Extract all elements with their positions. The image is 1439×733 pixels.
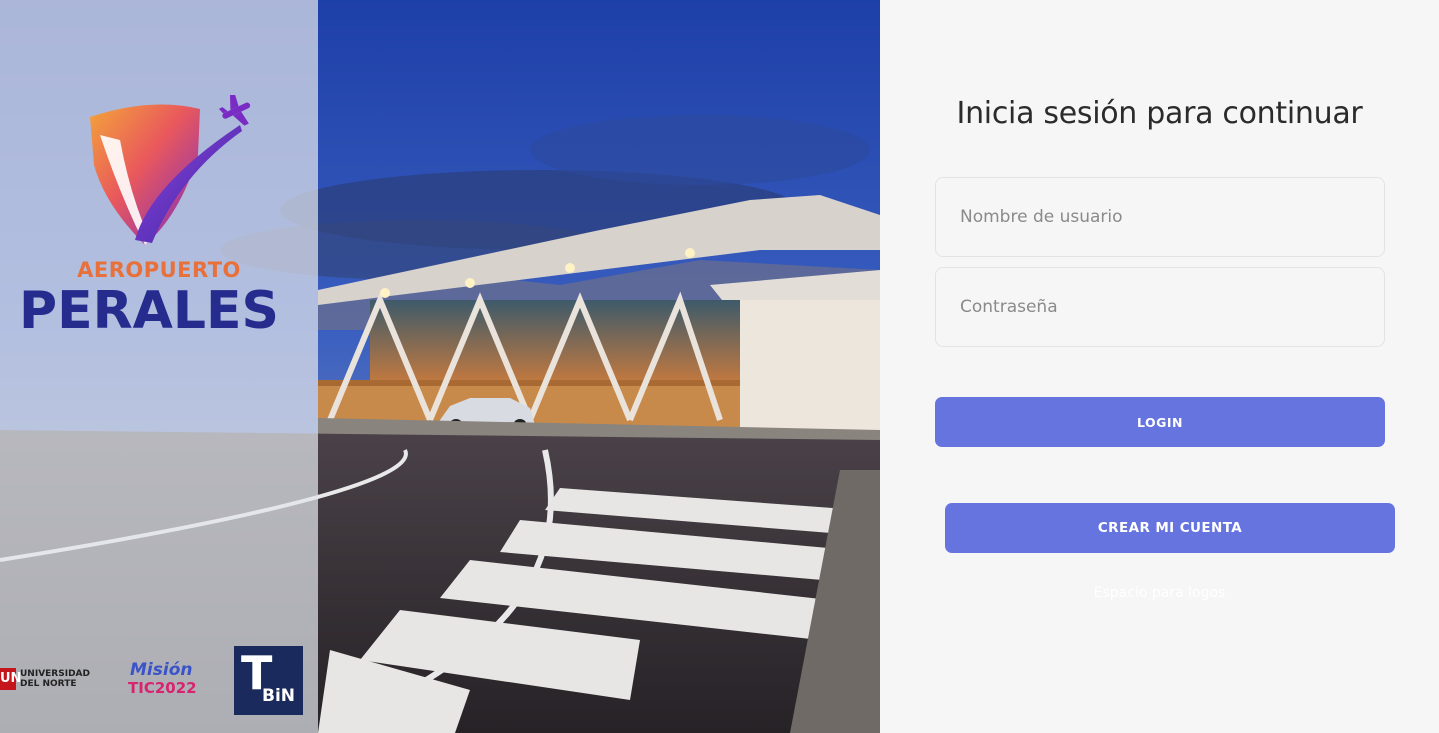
login-panel: Inicia sesión para continuar LOGIN CREAR… xyxy=(880,0,1439,733)
un-line1: UNIVERSIDAD xyxy=(20,669,90,679)
login-button[interactable]: LOGIN xyxy=(935,397,1385,447)
login-title: Inicia sesión para continuar xyxy=(956,96,1363,131)
hero-panel: AEROPUERTO PERALES UN UNIVERSIDAD DEL NO… xyxy=(0,0,880,733)
logos-space-text: Espacio para logos xyxy=(1093,585,1226,601)
plane-shield-icon xyxy=(90,95,251,245)
un-mark: UN xyxy=(0,668,21,690)
create-account-button[interactable]: CREAR MI CUENTA xyxy=(945,503,1395,553)
tbin-logo: T BiN xyxy=(234,646,303,715)
password-input[interactable] xyxy=(935,267,1385,347)
tbin-sub: BiN xyxy=(262,686,296,706)
mision-line1: Misión xyxy=(130,660,193,680)
mision-line2: TIC2022 xyxy=(128,679,197,697)
un-line2: DEL NORTE xyxy=(20,679,77,689)
brand-main-word: PERALES xyxy=(18,281,280,341)
brand-logo: AEROPUERTO PERALES xyxy=(0,95,318,355)
universidad-del-norte-logo: UN UNIVERSIDAD DEL NORTE xyxy=(0,668,90,690)
username-input[interactable] xyxy=(935,177,1385,257)
brand-top-word: AEROPUERTO xyxy=(77,258,241,282)
mision-tic-logo: Misión TIC2022 xyxy=(126,660,200,700)
partner-logos: UN UNIVERSIDAD DEL NORTE Misión TIC2022 … xyxy=(0,640,318,720)
